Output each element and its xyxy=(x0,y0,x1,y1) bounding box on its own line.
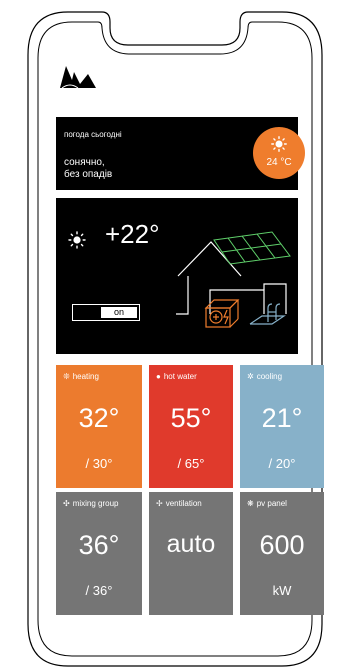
pool-icon xyxy=(249,303,286,325)
ventilation-label: ventilation xyxy=(165,499,202,508)
hot-water-label: hot water xyxy=(163,372,197,381)
weather-condition: сонячно, без опадів xyxy=(64,157,112,181)
cooling-value: 21° xyxy=(261,403,303,433)
hot-water-header: ● hot water xyxy=(156,372,197,381)
cooling-label: cooling xyxy=(256,372,283,381)
cooling-target: / 20° xyxy=(268,456,296,471)
house-illustration xyxy=(176,231,291,328)
pv-panel-value: 600 xyxy=(259,530,305,560)
ventilation-icon: ✢ xyxy=(156,499,163,508)
heating-value: 32° xyxy=(78,403,120,433)
ventilation-tile[interactable]: ✢ ventilation auto xyxy=(149,492,233,615)
pv-panel-unit: kW xyxy=(272,583,292,598)
mixing-group-value: 36° xyxy=(78,530,120,560)
ventilation-value: auto xyxy=(166,530,216,558)
hot-water-target: / 65° xyxy=(177,456,205,471)
sun-icon xyxy=(271,136,287,152)
snowflake-icon: ✲ xyxy=(247,372,254,381)
cooling-header: ✲ cooling xyxy=(247,372,282,381)
system-toggle[interactable]: on xyxy=(72,304,140,321)
outdoor-temp: 24 °C xyxy=(266,157,292,168)
mixing-group-tile[interactable]: ✣ mixing group 36° / 36° xyxy=(56,492,142,615)
mixing-group-label: mixing group xyxy=(72,499,119,508)
mixing-group-header: ✣ mixing group xyxy=(63,499,119,508)
cooling-tile[interactable]: ✲ cooling 21° / 20° xyxy=(240,365,324,488)
brand-logo xyxy=(60,66,96,89)
hot-water-tile[interactable]: ● hot water 55° / 65° xyxy=(149,365,233,488)
sun-icon xyxy=(68,231,86,249)
heating-icon: ❊ xyxy=(63,372,70,381)
ventilation-header: ✢ ventilation xyxy=(156,499,202,508)
weather-card[interactable]: погода сьогодні сонячно, без опадів 24 °… xyxy=(56,117,305,190)
weather-line-2: без опадів xyxy=(64,169,113,180)
house-card[interactable]: +22° on xyxy=(56,198,298,354)
heat-pump-icon xyxy=(204,299,240,328)
heating-label: heating xyxy=(72,372,99,381)
hot-water-value: 55° xyxy=(170,403,212,433)
pv-panel-header: ❋ pv panel xyxy=(247,499,287,508)
outdoor-temp-badge: 24 °C xyxy=(253,127,305,179)
mixing-group-target: / 36° xyxy=(85,583,113,598)
indoor-temp: +22° xyxy=(105,219,160,249)
water-drop-icon: ● xyxy=(156,372,161,381)
weather-caption: погода сьогодні xyxy=(64,130,122,139)
fan-icon: ✣ xyxy=(63,499,70,508)
pv-panel-tile[interactable]: ❋ pv panel 600 kW xyxy=(240,492,324,615)
heating-target: / 30° xyxy=(85,456,113,471)
heating-tile[interactable]: ❊ heating 32° / 30° xyxy=(56,365,142,488)
weather-line-1: сонячно, xyxy=(64,157,105,168)
heating-header: ❊ heating xyxy=(63,372,99,381)
pv-panel-icon: ❋ xyxy=(247,499,254,508)
pv-panel-label: pv panel xyxy=(256,499,287,508)
toggle-label: on xyxy=(101,307,137,318)
